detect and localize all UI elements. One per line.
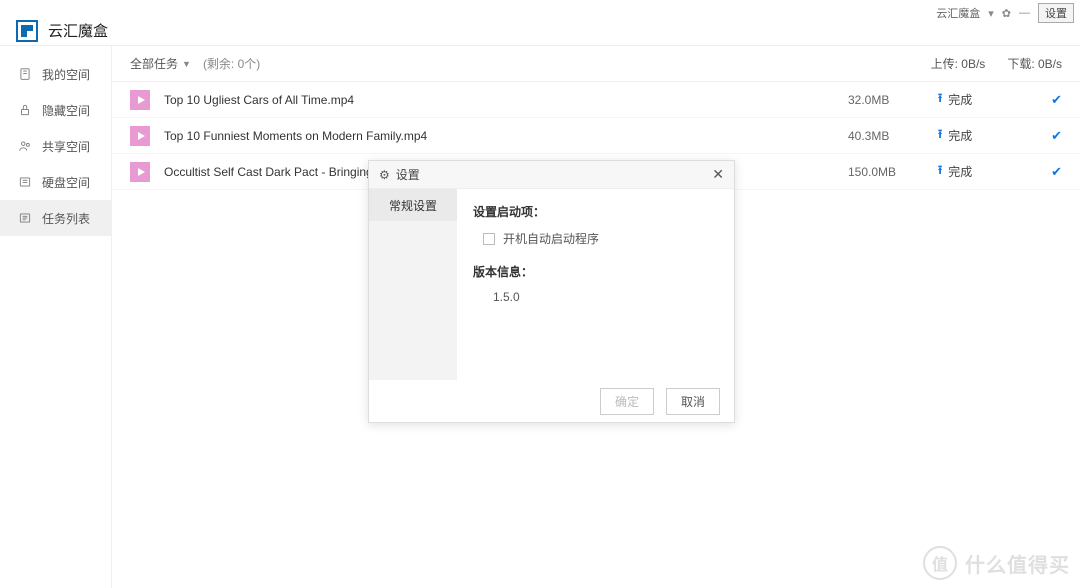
status-text: 完成 <box>948 127 972 144</box>
chevron-down-icon: ▼ <box>182 59 191 69</box>
upload-arrow-icon: ⭱ <box>938 89 942 110</box>
file-icon <box>18 67 32 81</box>
autostart-label: 开机自动启动程序 <box>503 230 599 247</box>
sidebar-item-label: 共享空间 <box>42 138 90 155</box>
settings-modal: ⚙ 设置 ✕ 常规设置 设置启动项： 开机自动启动程序 版本信息： 1.5.0 … <box>368 160 735 423</box>
sidebar-item-hidden-space[interactable]: 隐藏空间 <box>0 92 111 128</box>
sidebar-item-disk-space[interactable]: 硬盘空间 <box>0 164 111 200</box>
watermark-badge-icon: 值 <box>923 546 957 580</box>
sidebar-item-my-space[interactable]: 我的空间 <box>0 56 111 92</box>
sidebar-item-task-list[interactable]: 任务列表 <box>0 200 111 236</box>
close-icon[interactable]: ✕ <box>712 166 724 183</box>
modal-content-pane: 设置启动项： 开机自动启动程序 版本信息： 1.5.0 <box>457 189 734 380</box>
file-size: 32.0MB <box>848 93 938 107</box>
modal-title: 设置 <box>396 166 420 183</box>
download-rate: 下载: 0B/s <box>1007 55 1062 72</box>
version-section-title: 版本信息： <box>473 263 718 280</box>
check-icon: ✔ <box>1038 164 1062 180</box>
modal-header: ⚙ 设置 ✕ <box>369 161 734 189</box>
autostart-checkbox-row[interactable]: 开机自动启动程序 <box>473 230 718 247</box>
checkbox-icon[interactable] <box>483 233 495 245</box>
sidebar-item-label: 硬盘空间 <box>42 174 90 191</box>
file-size: 150.0MB <box>848 165 938 179</box>
status-text: 完成 <box>948 91 972 108</box>
titlebar-app-label: 云汇魔盒 <box>936 5 980 21</box>
upload-arrow-icon: ⭱ <box>938 125 942 146</box>
list-icon <box>18 211 32 225</box>
titlebar-settings-button[interactable]: 设置 <box>1038 3 1074 23</box>
video-thumb-icon <box>130 90 150 110</box>
ok-button[interactable]: 确定 <box>600 388 654 415</box>
modal-sidebar: 常规设置 <box>369 189 457 380</box>
check-icon: ✔ <box>1038 92 1062 108</box>
modal-tab-general[interactable]: 常规设置 <box>369 189 457 221</box>
window-titlebar: 云汇魔盒 ▾ ✿ — 设置 <box>0 0 1080 26</box>
watermark: 值 什么值得买 <box>923 546 1070 580</box>
startup-section-title: 设置启动项： <box>473 203 718 220</box>
file-status: ⭱ 完成 <box>938 161 1038 182</box>
upload-rate: 上传: 0B/s <box>931 55 986 72</box>
transfer-rates: 上传: 0B/s 下载: 0B/s <box>931 55 1062 72</box>
video-thumb-icon <box>130 162 150 182</box>
sidebar-item-label: 我的空间 <box>42 66 90 83</box>
task-row[interactable]: Top 10 Funniest Moments on Modern Family… <box>112 118 1080 154</box>
task-remaining-label: (剩余: 0个) <box>203 55 260 72</box>
status-text: 完成 <box>948 163 972 180</box>
gear-icon: ⚙ <box>379 168 390 182</box>
app-logo-icon <box>16 20 38 42</box>
sidebar-item-label: 任务列表 <box>42 210 90 227</box>
sidebar-item-label: 隐藏空间 <box>42 102 90 119</box>
file-name: Top 10 Ugliest Cars of All Time.mp4 <box>164 93 848 107</box>
sidebar-item-shared-space[interactable]: 共享空间 <box>0 128 111 164</box>
video-thumb-icon <box>130 126 150 146</box>
watermark-text: 什么值得买 <box>965 549 1070 578</box>
task-row[interactable]: Top 10 Ugliest Cars of All Time.mp4 32.0… <box>112 82 1080 118</box>
task-filter-label: 全部任务 <box>130 55 178 72</box>
file-status: ⭱ 完成 <box>938 125 1038 146</box>
task-filter-dropdown[interactable]: 全部任务 ▼ (剩余: 0个) <box>130 55 260 72</box>
users-icon <box>18 139 32 153</box>
gear-icon[interactable]: ✿ <box>1002 7 1011 20</box>
lock-icon <box>18 103 32 117</box>
app-title: 云汇魔盒 <box>48 20 108 41</box>
app-header: 云汇魔盒 <box>0 26 1080 46</box>
modal-body: 常规设置 设置启动项： 开机自动启动程序 版本信息： 1.5.0 <box>369 189 734 380</box>
modal-footer: 确定 取消 <box>369 380 734 422</box>
file-status: ⭱ 完成 <box>938 89 1038 110</box>
task-toolbar: 全部任务 ▼ (剩余: 0个) 上传: 0B/s 下载: 0B/s <box>112 46 1080 82</box>
sidebar: 我的空间 隐藏空间 共享空间 硬盘空间 任务列表 <box>0 46 112 588</box>
disk-icon <box>18 175 32 189</box>
minimize-icon[interactable]: — <box>1019 7 1030 19</box>
file-name: Top 10 Funniest Moments on Modern Family… <box>164 129 848 143</box>
version-value: 1.5.0 <box>473 290 718 304</box>
check-icon: ✔ <box>1038 128 1062 144</box>
titlebar-dropdown-icon[interactable]: ▾ <box>988 7 994 20</box>
file-size: 40.3MB <box>848 129 938 143</box>
cancel-button[interactable]: 取消 <box>666 388 720 415</box>
upload-arrow-icon: ⭱ <box>938 161 942 182</box>
